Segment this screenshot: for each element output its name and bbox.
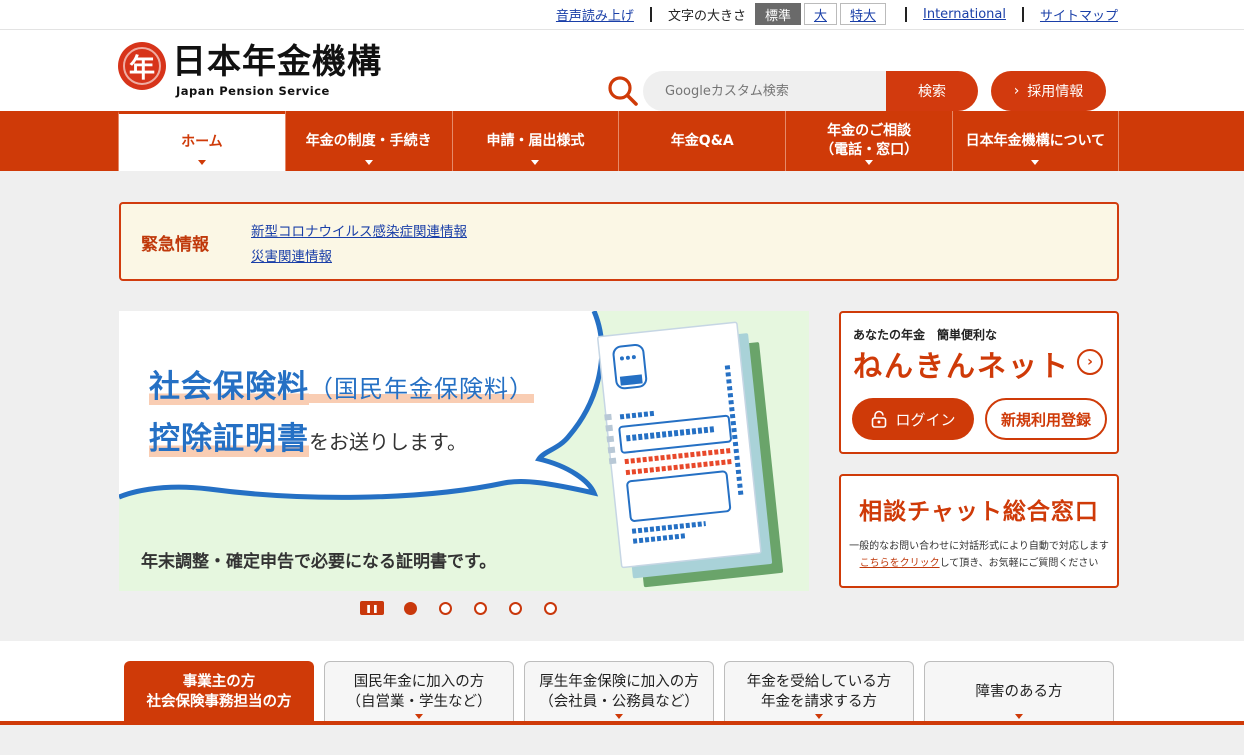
- urgent-link-disaster[interactable]: 災害関連情報: [251, 245, 467, 270]
- logo-text-en: Japan Pension Service: [176, 84, 330, 98]
- tab-pension-recipient[interactable]: 年金を受給している方 年金を請求する方: [724, 661, 914, 721]
- audience-tabs: 事業主の方 社会保険事務担当の方 国民年金に加入の方 （自営業・学生など） 厚生…: [0, 641, 1244, 755]
- carousel-controls: ❚❚: [360, 601, 579, 615]
- hero-banner[interactable]: 社会保険料（国民年金保険料） 控除証明書をお送りします。 年末調整・確定申告で必…: [119, 311, 809, 591]
- separator: [905, 6, 907, 22]
- nav-item-consultation[interactable]: 年金のご相談 （電話・窓口）: [785, 111, 952, 171]
- tab-content-area: [0, 725, 1244, 755]
- urgent-info-title: 緊急情報: [141, 235, 209, 255]
- register-button[interactable]: 新規利用登録: [985, 398, 1107, 440]
- chat-title: 相談チャット総合窓口: [859, 499, 1099, 525]
- banner-headline-1: 社会保険料（国民年金保険料）: [149, 369, 534, 405]
- chat-link[interactable]: こちらをクリック: [860, 558, 940, 569]
- pause-icon[interactable]: ❚❚: [360, 601, 384, 615]
- banner-caption: 年末調整・確定申告で必要になる証明書です。: [141, 552, 497, 572]
- caret-down-icon: [364, 160, 373, 165]
- urgent-info-box: 緊急情報 新型コロナウイルス感染症関連情報 災害関連情報: [119, 202, 1119, 281]
- chevron-right-icon: ›: [1013, 83, 1020, 99]
- separator: [649, 6, 652, 22]
- nav-item-system[interactable]: 年金の制度・手続き: [284, 111, 452, 171]
- font-size-large-button[interactable]: 大: [803, 3, 837, 25]
- caret-icon: [197, 160, 206, 165]
- font-size-label: 文字の大きさ: [667, 8, 746, 24]
- international-link[interactable]: International: [923, 7, 1006, 22]
- logo-mark-icon: 年: [118, 42, 166, 90]
- chat-description: 一般的なお問い合わせに対話形式により自動で対応します こちらをクリックして頂き、…: [849, 541, 1109, 569]
- carousel-dot[interactable]: [544, 601, 557, 615]
- separator: [1021, 6, 1024, 22]
- font-size-standard-button[interactable]: 標準: [754, 3, 801, 25]
- site-header: 年 日本年金機構 Japan Pension Service 検索 › 採用情報: [0, 30, 1244, 111]
- nav-label-sub: （電話・窓口）: [820, 142, 919, 158]
- caret-down-icon: [615, 714, 623, 719]
- nav-item-qa[interactable]: 年金Q&A: [618, 111, 785, 171]
- nav-item-forms[interactable]: 申請・届出様式: [451, 111, 619, 171]
- login-button[interactable]: ログイン: [852, 398, 974, 440]
- nav-item-home[interactable]: ホーム: [118, 111, 285, 171]
- recruit-button[interactable]: › 採用情報: [991, 71, 1106, 111]
- lock-icon: [872, 410, 887, 428]
- tab-employer[interactable]: 事業主の方 社会保険事務担当の方: [124, 661, 314, 733]
- tab-national-pension[interactable]: 国民年金に加入の方 （自営業・学生など）: [324, 661, 514, 721]
- carousel-dot[interactable]: [404, 601, 417, 615]
- nav-item-about[interactable]: 日本年金機構について: [951, 111, 1119, 171]
- caret-down-icon: [1031, 160, 1040, 165]
- carousel-dot[interactable]: [474, 601, 487, 615]
- font-size-xlarge-button[interactable]: 特大: [839, 3, 886, 25]
- nav-label: 年金Q&A: [670, 132, 734, 149]
- nav-label: 日本年金機構について: [965, 132, 1106, 149]
- nav-label: 申請・届出様式: [486, 132, 585, 149]
- search-button[interactable]: 検索: [886, 71, 978, 111]
- carousel-dot[interactable]: [509, 601, 522, 615]
- nav-label: ホーム: [181, 134, 223, 150]
- search-icon: [608, 76, 638, 106]
- chat-panel[interactable]: 相談チャット総合窓口 一般的なお問い合わせに対話形式により自動で対応します こち…: [839, 474, 1119, 588]
- site-logo[interactable]: 年 日本年金機構 Japan Pension Service: [118, 42, 382, 98]
- global-nav: ホーム 年金の制度・手続き 申請・届出様式 年金Q&A 年金のご相談 （電話・窓…: [0, 111, 1244, 171]
- caret-down-icon: [815, 714, 823, 719]
- login-label: ログイン: [895, 410, 956, 429]
- utility-bar: 音声読み上げ 文字の大きさ 標準 大 特大 International サイトマ…: [0, 0, 1244, 30]
- caret-down-icon: [415, 714, 423, 719]
- banner-headline-2: 控除証明書をお送りします。: [149, 421, 467, 457]
- nav-label: 年金のご相談: [827, 123, 912, 139]
- carousel-dot[interactable]: [439, 601, 452, 615]
- caret-down-icon: [865, 160, 874, 165]
- caret-down-icon: [1015, 714, 1023, 719]
- recruit-button-label: 採用情報: [1027, 84, 1084, 100]
- nenkin-net-tagline: あなたの年金 簡単便利な: [853, 328, 998, 342]
- sitemap-link[interactable]: サイトマップ: [1040, 5, 1118, 24]
- main-content: 緊急情報 新型コロナウイルス感染症関連情報 災害関連情報 社会保険料（国民年金保…: [0, 171, 1244, 641]
- tab-employee-pension[interactable]: 厚生年金保険に加入の方 （会社員・公務員など）: [524, 661, 714, 721]
- read-aloud-link[interactable]: 音声読み上げ: [556, 5, 634, 24]
- logo-text-ja: 日本年金機構: [172, 42, 382, 82]
- search-input[interactable]: [643, 71, 887, 111]
- urgent-link-covid[interactable]: 新型コロナウイルス感染症関連情報: [251, 220, 467, 245]
- nav-label: 年金の制度・手続き: [305, 132, 432, 149]
- caret-down-icon: [531, 160, 540, 165]
- arrow-right-icon[interactable]: ›: [1077, 349, 1103, 375]
- nenkin-net-title[interactable]: ねんきんネット: [853, 343, 1070, 385]
- tab-disability[interactable]: 障害のある方: [924, 661, 1114, 721]
- nenkin-net-panel: あなたの年金 簡単便利な ねんきんネット › ログイン 新規利用登録: [839, 311, 1119, 454]
